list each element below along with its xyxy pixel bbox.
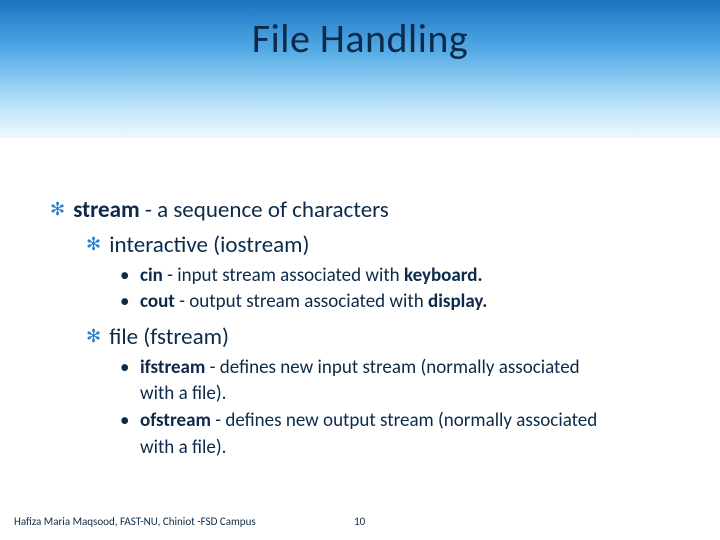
- cout-rest: - output stream associated with: [175, 290, 428, 313]
- bullet-ifstream-cont: with a file).: [140, 382, 690, 407]
- slide-content: ✻ stream - a sequence of characters ✻ in…: [0, 138, 720, 460]
- slide: File Handling ✻ stream - a sequence of c…: [0, 0, 720, 540]
- cin-label: cin: [140, 264, 163, 287]
- bullet-file: ✻ file (fstream): [86, 323, 690, 352]
- ifstream-label: ifstream: [140, 356, 205, 379]
- bullet-cin: cin - input stream associated with keybo…: [120, 264, 690, 289]
- slide-header: File Handling: [0, 0, 720, 138]
- file-text: file (fstream): [109, 323, 229, 351]
- bullet-ifstream: ifstream - defines new input stream (nor…: [120, 356, 690, 381]
- interactive-text: interactive (iostream): [109, 231, 309, 259]
- ifstream-rest: - defines new input stream (normally ass…: [205, 356, 579, 379]
- ofstream-rest: - defines new output stream (normally as…: [211, 409, 597, 432]
- slide-title: File Handling: [252, 14, 469, 63]
- cin-rest: - input stream associated with: [163, 264, 404, 287]
- slide-footer: Hafiza Maria Maqsood, FAST-NU, Chiniot -…: [14, 515, 706, 528]
- bullet-stream: ✻ stream - a sequence of characters: [50, 196, 690, 225]
- asterisk-icon: ✻: [86, 233, 104, 256]
- cout-label: cout: [140, 290, 175, 313]
- footer-author: Hafiza Maria Maqsood, FAST-NU, Chiniot -…: [14, 515, 256, 528]
- stream-rest: - a sequence of characters: [140, 196, 389, 224]
- page-number: 10: [354, 515, 365, 528]
- stream-label: stream: [73, 196, 139, 224]
- ofstream-label: ofstream: [140, 409, 211, 432]
- asterisk-icon: ✻: [50, 198, 68, 221]
- cin-keyword: keyboard.: [404, 264, 483, 287]
- bullet-ofstream-cont: with a file).: [140, 436, 690, 461]
- bullet-ofstream: ofstream - defines new output stream (no…: [120, 409, 690, 434]
- cout-keyword: display.: [428, 290, 487, 313]
- asterisk-icon: ✻: [86, 325, 104, 348]
- bullet-cout: cout - output stream associated with dis…: [120, 290, 690, 315]
- bullet-interactive: ✻ interactive (iostream): [86, 231, 690, 260]
